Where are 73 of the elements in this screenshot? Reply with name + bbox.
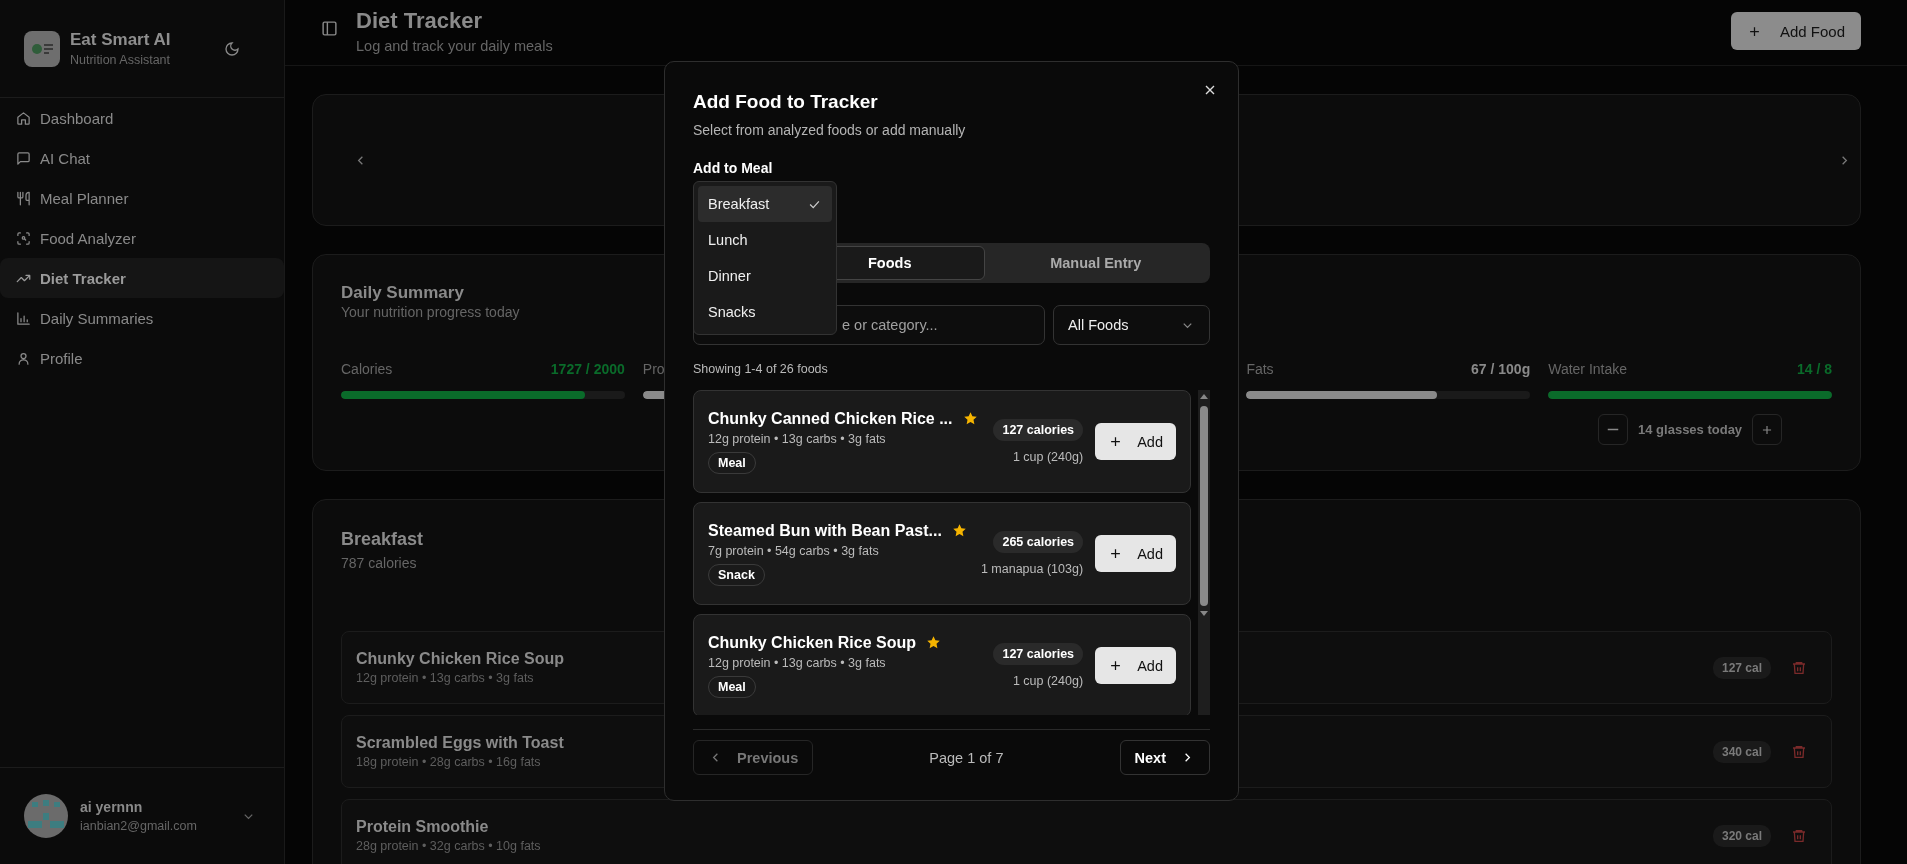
moon-icon[interactable]	[224, 40, 240, 57]
food-macros: 12g protein • 13g carbs • 3g fats	[356, 671, 534, 685]
nav-item[interactable]: Diet Tracker	[0, 258, 284, 298]
calorie-badge: 127 cal	[1712, 656, 1771, 679]
add-button[interactable]: Add	[1095, 535, 1177, 572]
menu-option[interactable]: Breakfast	[698, 186, 832, 222]
food-macros: 12g protein • 13g carbs • 3g fats	[708, 655, 886, 670]
scroll-up-icon[interactable]	[1199, 392, 1210, 402]
food-macros: 18g protein • 28g carbs • 16g fats	[356, 755, 541, 769]
food-name: Protein Smoothie	[356, 818, 489, 836]
page-indicator: Page 1 of 7	[929, 749, 1004, 766]
serving-size: 1 manapua (103g)	[980, 562, 1084, 576]
nav-item[interactable]: Dashboard	[0, 98, 284, 138]
metric-label: Calories	[341, 361, 393, 377]
food-macros: 7g protein • 54g carbs • 3g fats	[708, 543, 879, 558]
add-button[interactable]: Add	[1095, 423, 1177, 460]
user-email: ianbian2@gmail.com	[80, 818, 198, 835]
card-subtitle: Your nutrition progress today	[341, 303, 520, 321]
field-label: Add to Meal	[693, 159, 774, 178]
add-button[interactable]: Add	[1095, 647, 1177, 684]
card-title: Daily Summary	[341, 283, 464, 303]
dialog-title: Add Food to Tracker	[693, 90, 879, 114]
meal-calories: 787 calories	[341, 554, 417, 572]
metric-label: Pro	[642, 361, 665, 377]
food-macros: 12g protein • 13g carbs • 3g fats	[708, 431, 886, 446]
nav-item[interactable]: AI Chat	[0, 138, 284, 178]
metric-value: 67 / 100g	[1471, 361, 1531, 377]
result-count: Showing 1-4 of 26 foods	[693, 361, 829, 378]
app-tagline: Nutrition Assistant	[70, 51, 172, 69]
page-subtitle: Log and track your daily meals	[356, 37, 554, 56]
scrollbar[interactable]	[1198, 390, 1210, 715]
tab[interactable]: Manual Entry	[984, 246, 1207, 280]
scan-icon	[16, 230, 31, 246]
bar-chart-icon	[16, 310, 31, 326]
chat-bubble-icon	[16, 150, 31, 166]
page-title: Diet Tracker	[356, 7, 483, 35]
calorie-badge: 320 cal	[1712, 824, 1771, 847]
next-button[interactable]: Next	[1119, 740, 1210, 775]
filter-dropdown[interactable]: All Foods	[1053, 305, 1210, 345]
water-count: 14 glasses today	[1638, 422, 1743, 437]
serving-size: 1 cup (240g)	[1012, 450, 1084, 464]
sidebar-toggle-icon[interactable]	[321, 20, 338, 37]
food-name: Chunky Canned Chicken Rice ...	[708, 409, 953, 428]
meal-title: Breakfast	[341, 528, 424, 550]
calorie-badge: 265 calories	[993, 531, 1084, 553]
nav-item[interactable]: Daily Summaries	[0, 298, 284, 338]
calorie-badge: 340 cal	[1712, 740, 1771, 763]
food-name: Chunky Chicken Rice Soup	[708, 633, 917, 652]
fork-knife-icon	[16, 190, 31, 206]
home-icon	[16, 110, 31, 126]
food-name: Chunky Chicken Rice Soup	[356, 650, 565, 668]
calorie-badge: 127 calories	[993, 419, 1084, 441]
metric-value: 14 / 8	[1796, 361, 1832, 377]
food-macros: 28g protein • 32g carbs • 10g fats	[356, 839, 541, 853]
user-name: ai yernnn	[80, 798, 144, 817]
add-food-button[interactable]: Add Food	[1730, 12, 1861, 50]
nav-item[interactable]: Profile	[0, 338, 284, 378]
serving-size: 1 cup (240g)	[1012, 674, 1084, 688]
nav-item[interactable]: Food Analyzer	[0, 218, 284, 258]
calorie-badge: 127 calories	[993, 643, 1084, 665]
app-name: Eat Smart AI	[70, 28, 172, 51]
metric-label: Water Intake	[1548, 361, 1628, 377]
logo-icon	[24, 30, 60, 67]
metric-label: Fats	[1246, 361, 1274, 377]
food-name: Steamed Bun with Bean Past...	[708, 521, 942, 540]
scroll-down-icon[interactable]	[1199, 608, 1210, 618]
nav-item[interactable]: Meal Planner	[0, 178, 284, 218]
user-icon	[16, 350, 31, 366]
avatar	[24, 794, 68, 838]
metric-value: 1727 / 2000	[550, 361, 625, 377]
food-name: Scrambled Eggs with Toast	[356, 734, 564, 752]
dialog-subtitle: Select from analyzed foods or add manually	[693, 121, 967, 140]
minus-icon	[1607, 428, 1620, 431]
